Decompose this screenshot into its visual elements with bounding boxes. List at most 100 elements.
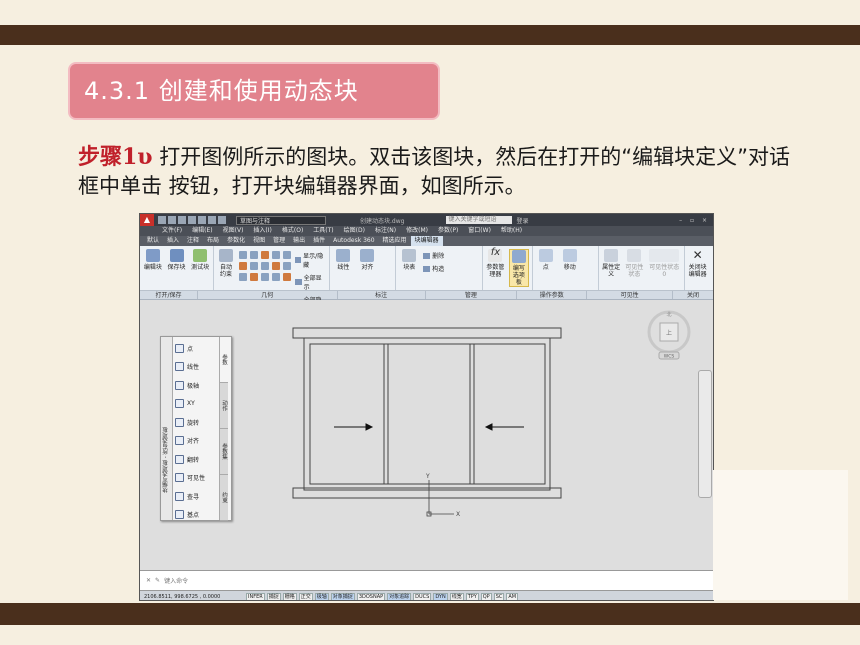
- palette-item-visibility[interactable]: 可见性: [175, 469, 217, 488]
- panel-label-visibility[interactable]: 可见性: [587, 291, 674, 299]
- status-grid[interactable]: 栅格: [282, 592, 297, 600]
- palette-item-alignment[interactable]: 对齐: [175, 432, 217, 451]
- menu-dimension[interactable]: 标注(N): [375, 226, 396, 236]
- workspace-select[interactable]: 草图与注释: [236, 215, 326, 225]
- autocad-logo-icon[interactable]: ▲: [140, 214, 154, 226]
- palette-tab-parameter-sets[interactable]: 参数集: [220, 429, 228, 475]
- open-icon[interactable]: [168, 216, 176, 224]
- status-lineweight[interactable]: 线宽: [449, 592, 464, 600]
- menu-modify[interactable]: 修改(M): [406, 226, 428, 236]
- attribute-definition-button[interactable]: 属性定义: [602, 249, 621, 278]
- status-sc[interactable]: SC: [493, 592, 505, 600]
- visibility-state-select[interactable]: 可见性状态0: [648, 249, 681, 278]
- close-command-icon[interactable]: ✕: [146, 577, 151, 584]
- tab-manage[interactable]: 管理: [269, 236, 289, 246]
- panel-label-geometry[interactable]: 几何: [198, 291, 338, 299]
- command-input[interactable]: 键入命令: [164, 576, 188, 585]
- tab-parametric[interactable]: 参数化: [223, 236, 249, 246]
- tab-layout[interactable]: 布局: [203, 236, 223, 246]
- tab-output[interactable]: 输出: [289, 236, 309, 246]
- redo-icon[interactable]: [218, 216, 226, 224]
- panel-label-action-params[interactable]: 操作参数: [517, 291, 588, 299]
- save-icon[interactable]: [178, 216, 186, 224]
- status-qp[interactable]: QP: [480, 592, 492, 600]
- move-action-button[interactable]: 移动: [560, 249, 580, 271]
- menu-help[interactable]: 帮助(H): [501, 226, 522, 236]
- aligned-dim-button[interactable]: 对齐: [357, 249, 377, 271]
- close-block-editor-button[interactable]: ✕ 关闭块编辑器: [688, 249, 708, 278]
- menu-format[interactable]: 格式(O): [282, 226, 303, 236]
- palette-item-point[interactable]: 点: [175, 339, 217, 358]
- status-snap[interactable]: 捕捉: [266, 592, 281, 600]
- undo-icon[interactable]: [208, 216, 216, 224]
- viewcube[interactable]: 北 上 WCS: [643, 308, 695, 360]
- drawing-canvas[interactable]: Y X 块编写选项板 - 所有选项板 点 线性 极轴 XY 旋转 对齐 翻转 可…: [140, 300, 713, 570]
- palette-tab-constraints[interactable]: 约束: [220, 475, 228, 521]
- status-3dosnap[interactable]: 3DOSNAP: [356, 592, 386, 600]
- wrench-icon[interactable]: ✎: [155, 577, 160, 584]
- tab-view[interactable]: 视图: [249, 236, 269, 246]
- menu-parameters[interactable]: 参数(P): [438, 226, 458, 236]
- palette-title-strip[interactable]: 块编写选项板 - 所有选项板: [161, 337, 173, 520]
- edit-block-button[interactable]: 编辑块: [143, 249, 163, 271]
- login-link[interactable]: 登录: [516, 216, 528, 225]
- show-hide-button[interactable]: 显示/隐藏: [294, 251, 326, 269]
- palette-item-xy[interactable]: XY: [175, 395, 217, 414]
- point-param-button[interactable]: 点: [536, 249, 556, 271]
- status-infer[interactable]: INFER: [246, 592, 265, 600]
- status-ortho[interactable]: 正交: [298, 592, 313, 600]
- navigation-bar[interactable]: [698, 370, 712, 498]
- palette-item-lookup[interactable]: 查寻: [175, 487, 217, 506]
- panel-label-manage[interactable]: 管理: [426, 291, 518, 299]
- status-tpy[interactable]: TPY: [465, 592, 479, 600]
- save-block-button[interactable]: 保存块: [167, 249, 187, 271]
- palette-item-rotation[interactable]: 旋转: [175, 413, 217, 432]
- parameter-manager-button[interactable]: fx 参数管理器: [486, 248, 505, 279]
- block-authoring-palette[interactable]: 块编写选项板 - 所有选项板 点 线性 极轴 XY 旋转 对齐 翻转 可见性 查…: [160, 336, 232, 521]
- wcs-label[interactable]: WCS: [664, 354, 675, 360]
- delete-button[interactable]: 删除: [423, 251, 444, 260]
- block-table-button[interactable]: 块表: [399, 249, 419, 271]
- palette-item-polar[interactable]: 极轴: [175, 376, 217, 395]
- menu-edit[interactable]: 编辑(E): [192, 226, 212, 236]
- new-icon[interactable]: [158, 216, 166, 224]
- command-line[interactable]: ✕ ✎ 键入命令: [140, 570, 713, 590]
- tab-plugins[interactable]: 插件: [309, 236, 329, 246]
- palette-item-linear[interactable]: 线性: [175, 358, 217, 377]
- menu-window[interactable]: 窗口(W): [468, 226, 491, 236]
- menu-draw[interactable]: 绘图(D): [344, 226, 365, 236]
- authoring-palette-button[interactable]: 编写选项板: [509, 249, 529, 287]
- menu-insert[interactable]: 插入(I): [253, 226, 271, 236]
- construct-button[interactable]: 构造: [423, 264, 444, 273]
- search-input[interactable]: 键入关键字或短语: [446, 216, 513, 224]
- menu-view[interactable]: 视图(V): [223, 226, 244, 236]
- panel-label-dimension[interactable]: 标注: [338, 291, 426, 299]
- palette-item-flip[interactable]: 翻转: [175, 450, 217, 469]
- status-ducs[interactable]: DUCS: [413, 592, 432, 600]
- panel-label-close[interactable]: 关闭: [673, 291, 713, 299]
- palette-item-basepoint[interactable]: 基点: [175, 506, 217, 525]
- tab-block-editor[interactable]: 块编辑器: [410, 236, 443, 246]
- menu-file[interactable]: 文件(F): [162, 226, 182, 236]
- window-controls[interactable]: – ▫ ×: [679, 217, 710, 224]
- auto-constrain-button[interactable]: 自动约束: [217, 249, 235, 278]
- visibility-states-button[interactable]: 可见性状态: [625, 249, 644, 278]
- print-icon[interactable]: [198, 216, 206, 224]
- test-block-button[interactable]: 测试块: [190, 249, 210, 271]
- status-osnap[interactable]: 对象捕捉: [330, 592, 355, 600]
- show-all-button[interactable]: 全部显示: [294, 273, 326, 291]
- status-otrack[interactable]: 对象追踪: [387, 592, 412, 600]
- status-am[interactable]: AM: [506, 592, 519, 600]
- tab-autodesk360[interactable]: Autodesk 360: [329, 236, 378, 246]
- status-dyn[interactable]: DYN: [433, 592, 448, 600]
- panel-label-open-save[interactable]: 打开/保存: [140, 291, 198, 299]
- tab-featured-apps[interactable]: 精选应用: [379, 236, 411, 246]
- tab-annotate[interactable]: 注释: [183, 236, 203, 246]
- menu-tools[interactable]: 工具(T): [313, 226, 333, 236]
- status-polar[interactable]: 极轴: [314, 592, 329, 600]
- palette-tab-actions[interactable]: 动作: [220, 383, 228, 429]
- tab-home[interactable]: 默认: [143, 236, 163, 246]
- palette-tab-parameters[interactable]: 参数: [220, 337, 228, 383]
- saveas-icon[interactable]: [188, 216, 196, 224]
- tab-insert[interactable]: 插入: [163, 236, 183, 246]
